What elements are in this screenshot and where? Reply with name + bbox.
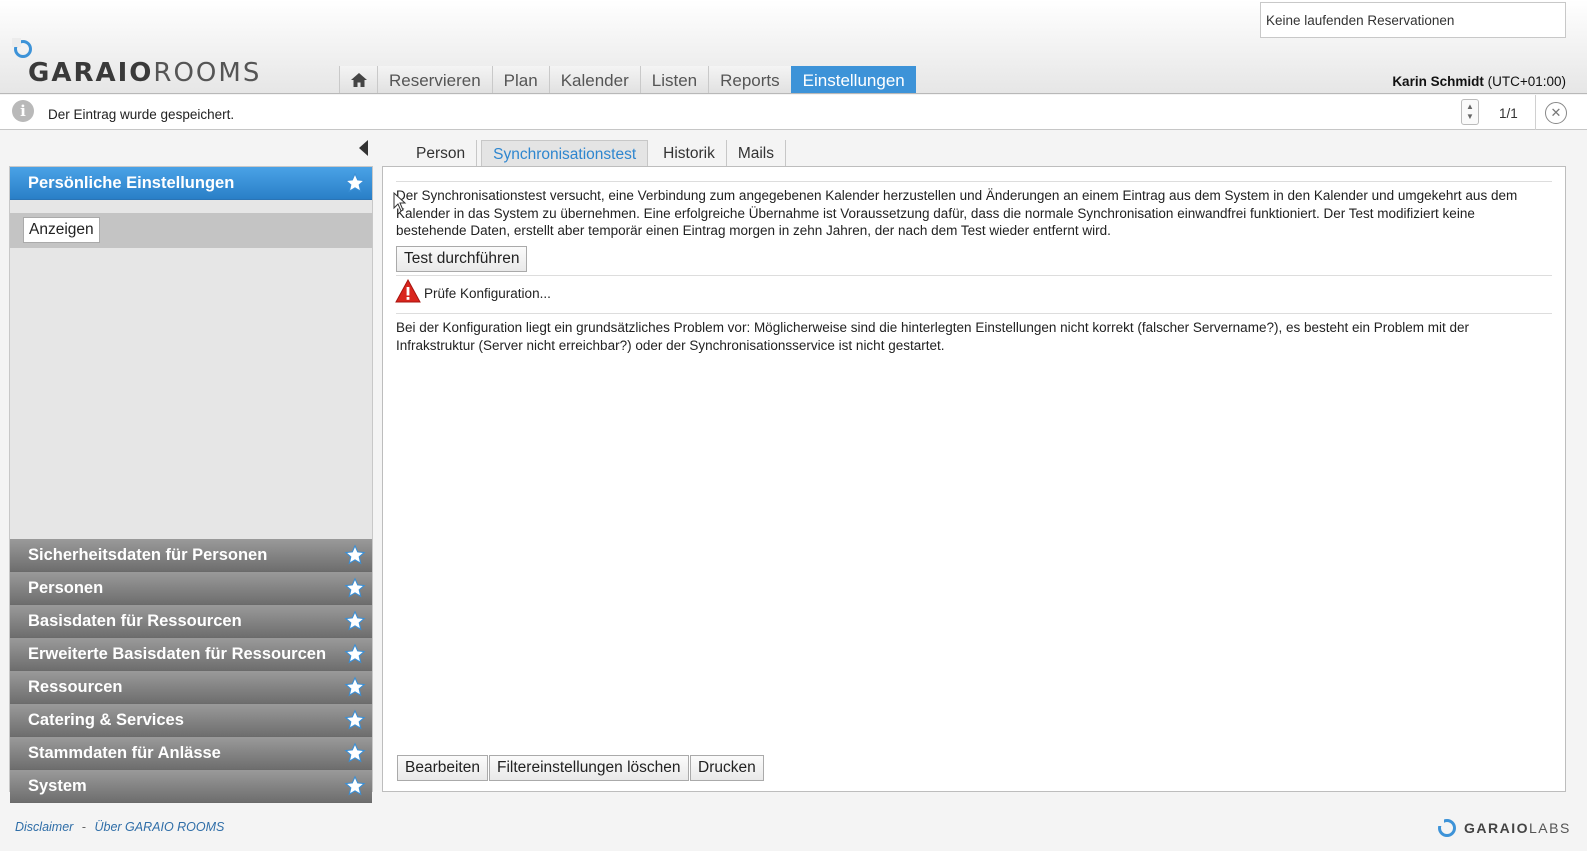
tab-person[interactable]: Person bbox=[405, 140, 478, 167]
tab-synchronisationstest[interactable]: Synchronisationstest bbox=[481, 140, 649, 167]
run-test-button[interactable]: Test durchführen bbox=[396, 246, 528, 272]
pager-count: 1/1 bbox=[1499, 106, 1518, 121]
divider bbox=[1535, 95, 1536, 130]
disclaimer-link[interactable]: Disclaimer bbox=[15, 820, 73, 834]
mouse-cursor-icon bbox=[393, 192, 407, 212]
star-icon[interactable] bbox=[344, 544, 366, 566]
check-status-text: Prüfe Konfiguration... bbox=[424, 286, 551, 301]
user-name: Karin Schmidt bbox=[1392, 74, 1484, 89]
section-label: Basisdaten für Ressourcen bbox=[28, 611, 242, 630]
star-icon[interactable] bbox=[344, 709, 366, 731]
nav-reservieren[interactable]: Reservieren bbox=[377, 66, 492, 93]
info-icon: i bbox=[12, 100, 34, 122]
labs-text: GARAIOLABS bbox=[1464, 820, 1571, 836]
section-label: System bbox=[28, 776, 87, 795]
section-catering-services[interactable]: Catering & Services bbox=[10, 704, 372, 737]
section-label: Sicherheitsdaten für Personen bbox=[28, 545, 268, 564]
star-icon[interactable] bbox=[344, 610, 366, 632]
logo-mark-icon bbox=[12, 38, 32, 58]
section-system[interactable]: System bbox=[10, 770, 372, 803]
main-nav: Reservieren Plan Kalender Listen Reports… bbox=[339, 66, 916, 94]
about-link[interactable]: Über GARAIO ROOMS bbox=[94, 820, 224, 834]
section-label: Stammdaten für Anlässe bbox=[28, 743, 221, 762]
garaio-labs-logo: GARAIOLABS bbox=[1436, 818, 1571, 838]
section-basisdaten-ressourcen[interactable]: Basisdaten für Ressourcen bbox=[10, 605, 372, 638]
configuration-error-text: Bei der Konfiguration liegt ein grundsät… bbox=[396, 320, 1470, 353]
tab-mails[interactable]: Mails bbox=[727, 140, 786, 167]
section-personen[interactable]: Personen bbox=[10, 572, 372, 605]
tab-historik[interactable]: Historik bbox=[652, 140, 727, 167]
sync-test-description: Der Synchronisationstest versucht, eine … bbox=[396, 188, 1518, 238]
app-header: GARAIOROOMS Keine laufenden Reservatione… bbox=[0, 0, 1587, 94]
detail-panel: Der Synchronisationstest versucht, eine … bbox=[382, 166, 1566, 792]
print-button[interactable]: Drucken bbox=[690, 755, 764, 781]
section-stammdaten-anlaesse[interactable]: Stammdaten für Anlässe bbox=[10, 737, 372, 770]
nav-reports[interactable]: Reports bbox=[708, 66, 791, 93]
chevron-down-icon[interactable]: ▼ bbox=[1466, 112, 1474, 122]
warning-icon bbox=[395, 279, 421, 303]
footer-links: Disclaimer - Über GARAIO ROOMS bbox=[15, 820, 224, 834]
star-icon[interactable] bbox=[344, 172, 366, 194]
section-label: Catering & Services bbox=[28, 710, 184, 729]
section-label: Personen bbox=[28, 578, 104, 597]
star-icon[interactable] bbox=[344, 742, 366, 764]
sub-item-row: Anzeigen bbox=[10, 213, 372, 248]
divider bbox=[396, 181, 1552, 182]
clear-filter-button[interactable]: Filtereinstellungen löschen bbox=[489, 755, 689, 781]
sidebar: Persönliche Einstellungen Anzeigen Siche… bbox=[9, 166, 373, 803]
star-icon[interactable] bbox=[344, 643, 366, 665]
footer-separator: - bbox=[81, 820, 86, 834]
collapse-left-icon[interactable] bbox=[359, 140, 368, 156]
message-bar: i Der Eintrag wurde gespeichert. ▲ ▼ 1/1… bbox=[0, 95, 1587, 130]
nav-kalender[interactable]: Kalender bbox=[548, 66, 640, 93]
section-label: Ressourcen bbox=[28, 677, 123, 696]
user-timezone: (UTC+01:00) bbox=[1487, 74, 1566, 89]
anzeigen-button[interactable]: Anzeigen bbox=[23, 217, 100, 243]
garaio-rooms-logo: GARAIOROOMS bbox=[12, 38, 259, 90]
section-label: Persönliche Einstellungen bbox=[28, 173, 235, 192]
detail-tabs: Person Synchronisationstest Historik Mai… bbox=[405, 140, 786, 167]
current-user[interactable]: Karin Schmidt (UTC+01:00) bbox=[1392, 74, 1566, 89]
section-body: Anzeigen bbox=[10, 213, 372, 539]
star-icon[interactable] bbox=[344, 775, 366, 797]
close-icon[interactable]: ✕ bbox=[1545, 102, 1567, 124]
section-persoenliche-einstellungen[interactable]: Persönliche Einstellungen bbox=[10, 167, 372, 200]
section-sicherheitsdaten[interactable]: Sicherheitsdaten für Personen bbox=[10, 539, 372, 572]
section-label: Erweiterte Basisdaten für Ressourcen bbox=[28, 644, 327, 663]
reservation-status-box[interactable]: Keine laufenden Reservationen bbox=[1260, 2, 1566, 38]
divider bbox=[396, 313, 1552, 314]
pager-spinner[interactable]: ▲ ▼ bbox=[1461, 99, 1479, 125]
nav-einstellungen[interactable]: Einstellungen bbox=[790, 66, 916, 93]
nav-home[interactable] bbox=[339, 66, 377, 93]
nav-listen[interactable]: Listen bbox=[639, 66, 709, 93]
home-icon bbox=[350, 72, 367, 87]
star-icon[interactable] bbox=[344, 676, 366, 698]
divider bbox=[396, 275, 1552, 276]
section-ressourcen[interactable]: Ressourcen bbox=[10, 671, 372, 704]
edit-button[interactable]: Bearbeiten bbox=[397, 755, 488, 781]
labs-mark-icon bbox=[1436, 818, 1456, 837]
status-message: Der Eintrag wurde gespeichert. bbox=[48, 107, 235, 122]
nav-plan[interactable]: Plan bbox=[491, 66, 549, 93]
chevron-up-icon[interactable]: ▲ bbox=[1466, 102, 1474, 112]
section-erweiterte-basisdaten[interactable]: Erweiterte Basisdaten für Ressourcen bbox=[10, 638, 372, 671]
logo-text: GARAIOROOMS bbox=[28, 58, 262, 88]
star-icon[interactable] bbox=[344, 577, 366, 599]
